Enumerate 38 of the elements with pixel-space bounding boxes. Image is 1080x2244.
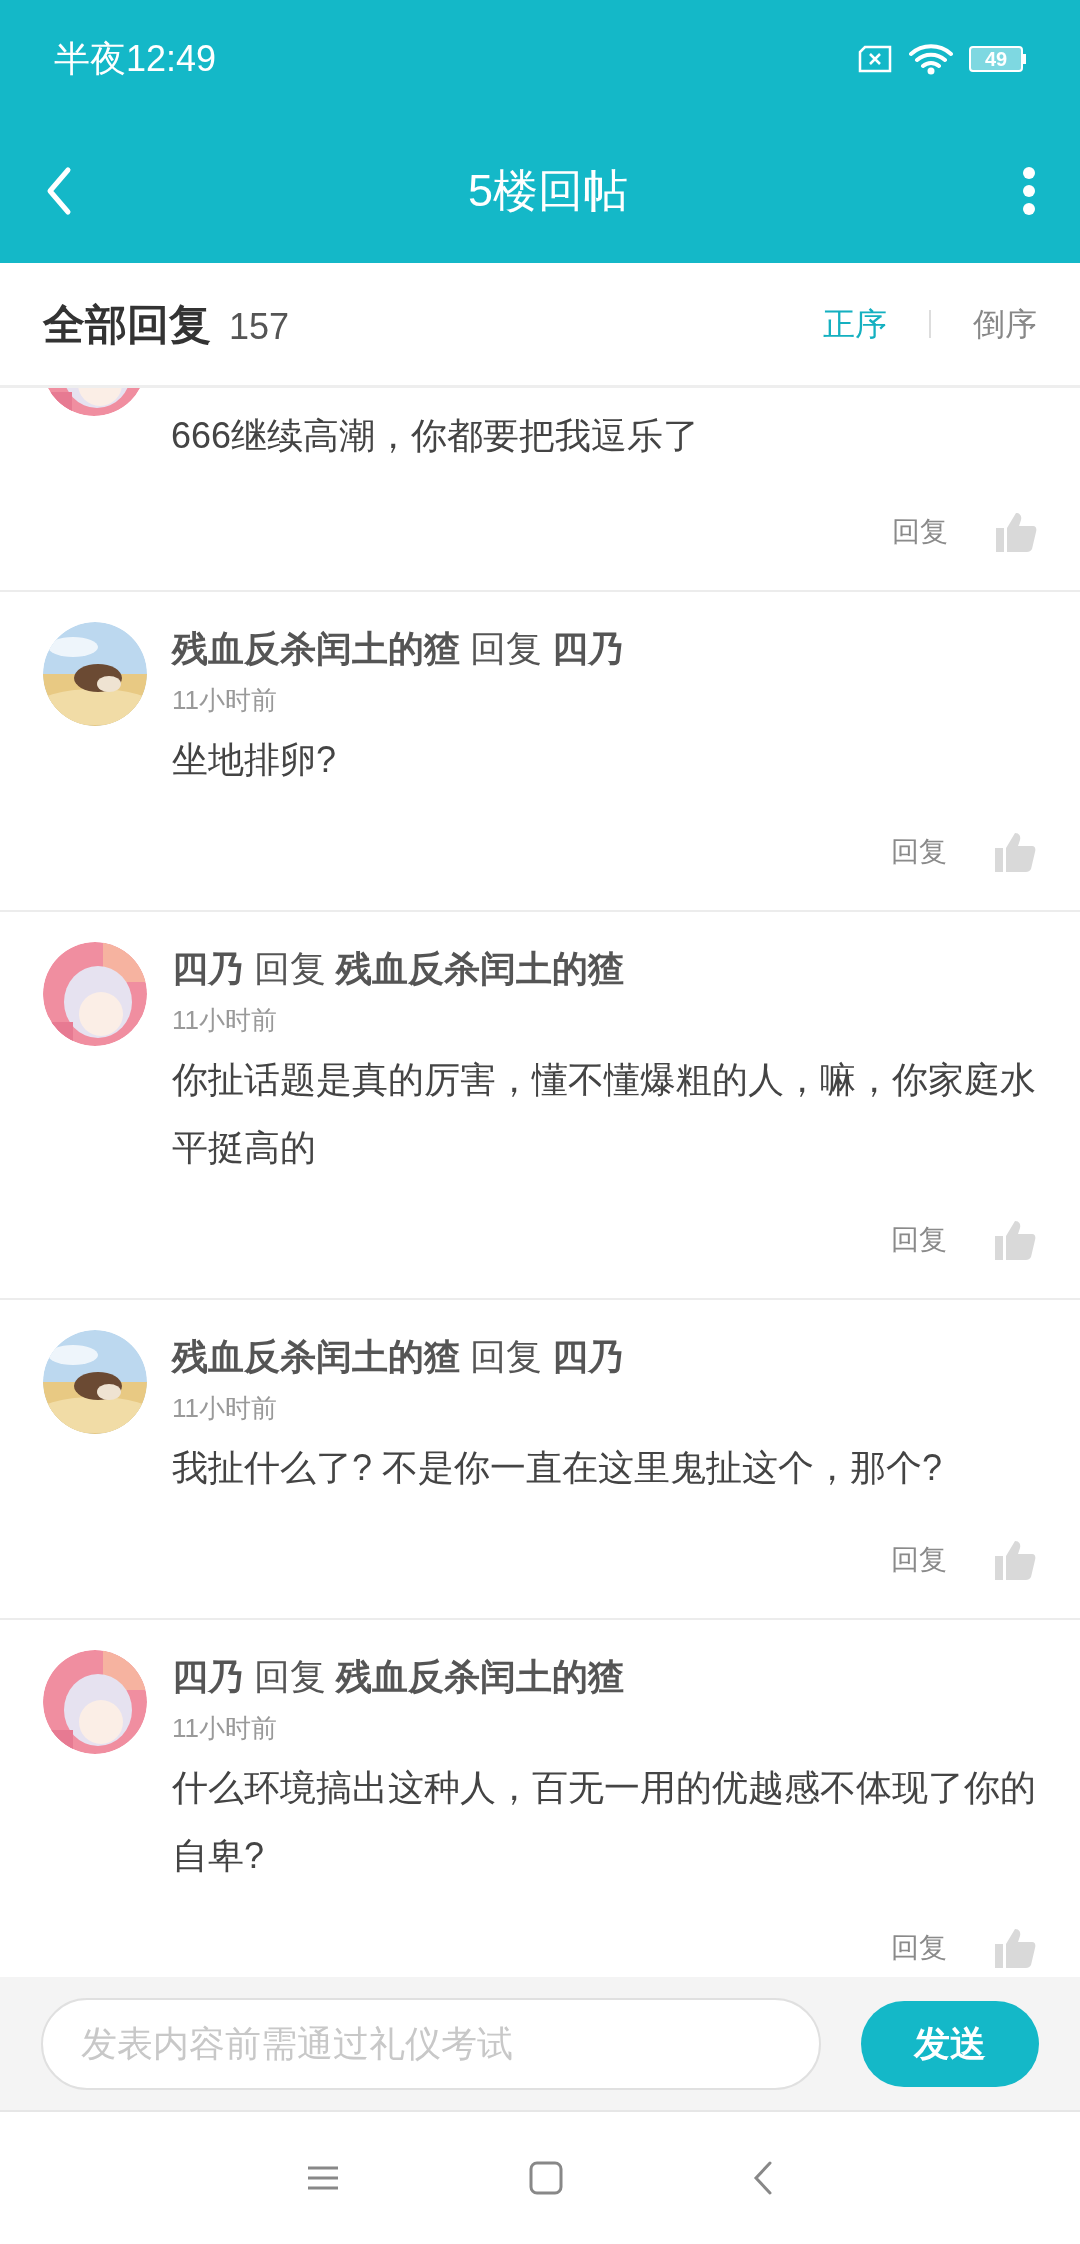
thumbs-up-icon[interactable] [993, 1218, 1037, 1262]
comment-text: 我扯什么了? 不是你一直在这里鬼扯这个，那个? [172, 1446, 944, 1490]
author-name[interactable]: 残血反杀闰土的猹 [172, 622, 460, 676]
reply-word: 回复 [254, 1655, 326, 1699]
battery-icon: 49 [969, 46, 1026, 72]
thumbs-up-icon[interactable] [993, 1538, 1037, 1582]
target-name[interactable]: 四乃 [552, 622, 624, 676]
thumbs-up-icon[interactable] [994, 510, 1038, 554]
thumbs-up-icon[interactable] [993, 1926, 1037, 1970]
status-time: 半夜12:49 [54, 37, 217, 81]
author-name[interactable]: 四乃 [172, 942, 244, 996]
page-title: 5楼回帖 [468, 163, 628, 218]
reply-word: 回复 [470, 627, 542, 671]
comment-time: 11小时前 [172, 684, 278, 717]
comment-text: 666继续高潮，你都要把我逗乐了 [171, 414, 701, 458]
comment-text: 你扯话题是真的厉害，懂不懂爆粗的人，嘛，你家庭水平挺高的 [172, 1058, 1037, 1170]
sim-card-icon [857, 45, 893, 73]
comment-time: 11小时前 [172, 1004, 278, 1037]
comment-time: 11小时前 [172, 1392, 278, 1425]
target-name[interactable]: 残血反杀闰土的猹 [336, 942, 624, 996]
comment-text: 什么环境搞出这种人，百无一用的优越感不体现了你的自卑? [172, 1766, 1037, 1878]
more-icon[interactable] [1022, 165, 1036, 216]
comment-time: 11小时前 [172, 1712, 278, 1745]
reply-word: 回复 [254, 947, 326, 991]
reply-count: 157 [229, 304, 290, 349]
section-title: 全部回复 [43, 299, 211, 350]
author-name[interactable]: 四乃 [172, 1650, 244, 1704]
thumbs-up-icon[interactable] [993, 830, 1037, 874]
menu-icon[interactable] [307, 2166, 339, 2190]
wifi-icon [909, 43, 953, 75]
reply-word: 回复 [470, 1335, 542, 1379]
author-name[interactable]: 残血反杀闰土的猹 [172, 1330, 460, 1384]
sort-option[interactable]: 倒序 [973, 300, 1037, 348]
target-name[interactable]: 残血反杀闰土的猹 [336, 1650, 624, 1704]
back-icon[interactable] [753, 2161, 773, 2195]
home-icon[interactable] [529, 2161, 563, 2195]
comment-text: 坐地排卵? [172, 738, 338, 782]
target-name[interactable]: 四乃 [552, 1330, 624, 1384]
